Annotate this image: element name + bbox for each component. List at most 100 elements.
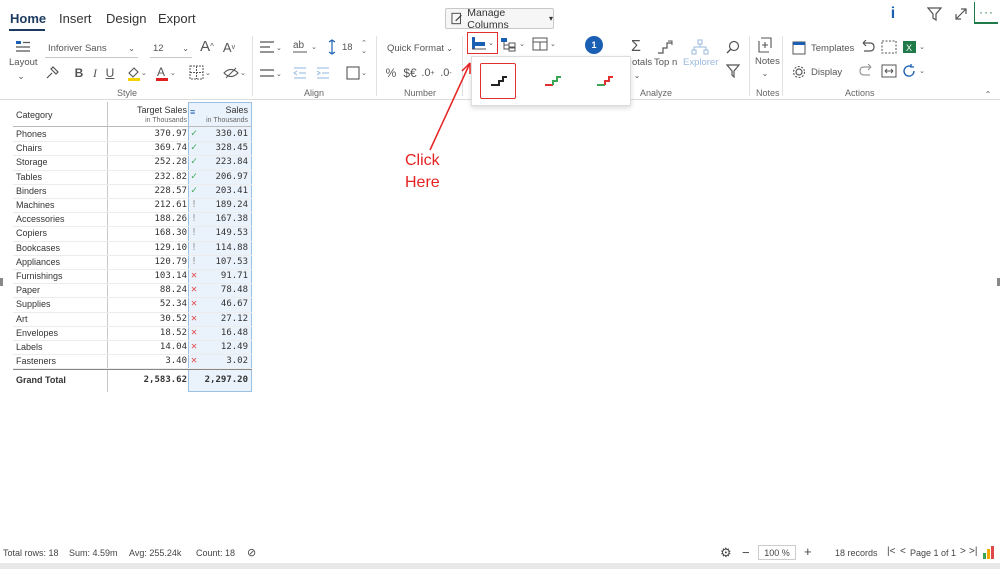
redo-icon[interactable]	[858, 62, 876, 80]
resize-icon[interactable]	[880, 62, 898, 80]
layout-chevron-icon[interactable]: ⌄	[14, 71, 28, 81]
row-height-icon[interactable]	[326, 38, 338, 56]
totals-chevron-icon[interactable]: ⌄	[632, 70, 642, 80]
fill-color-icon[interactable]: ⌄	[125, 64, 147, 82]
grand-total-target: 2,583.62	[143, 375, 187, 385]
decrease-indent-icon[interactable]	[292, 64, 308, 82]
horizontal-align-icon[interactable]: ⌄	[258, 38, 284, 56]
column-menu-icon[interactable]: ≡	[190, 107, 195, 117]
table-row[interactable]: Supplies 52.34 ✕ 46.67	[13, 298, 252, 313]
underline-button[interactable]: U	[103, 65, 117, 81]
table-row[interactable]: Labels 14.04 ✕ 12.49	[13, 341, 252, 356]
refresh-icon[interactable]: ⌄	[902, 62, 928, 80]
layout-icon[interactable]	[12, 38, 34, 56]
manage-columns-button[interactable]: Manage Columns ▾	[445, 7, 554, 31]
last-page-icon[interactable]: >|	[969, 546, 977, 557]
add-note-icon[interactable]	[757, 36, 775, 54]
table-row[interactable]: Binders 228.57 ✓ 203.41	[13, 185, 252, 199]
table-row[interactable]: Appliances 120.79! 107.53	[13, 256, 252, 270]
currency-format-icon[interactable]: $€	[400, 64, 420, 82]
percent-format-icon[interactable]: %	[384, 64, 398, 82]
table-row[interactable]: Bookcases 129.10! 114.88	[13, 242, 252, 256]
gear-icon[interactable]	[791, 64, 807, 80]
collapse-ribbon-icon[interactable]: ⌃	[982, 90, 994, 99]
font-color-icon[interactable]: A ⌄	[154, 64, 178, 82]
tab-design[interactable]: Design	[106, 11, 146, 26]
clear-format-icon[interactable]: ⌄	[222, 64, 248, 82]
table-row[interactable]: Phones 370.97 ✓ 330.01	[13, 128, 252, 143]
increase-indent-icon[interactable]	[315, 64, 331, 82]
filter-icon[interactable]	[925, 5, 943, 23]
table-row[interactable]: Art 30.52 ✕ 27.12	[13, 313, 252, 327]
header-sales[interactable]: Sales	[225, 105, 248, 115]
sigma-icon[interactable]: Σ	[627, 38, 645, 56]
cell-sales: 12.49	[220, 342, 248, 352]
row-height-value[interactable]: 18	[342, 42, 353, 53]
hierarchy-icon[interactable]: ⌄	[500, 34, 528, 54]
table-row[interactable]: Accessories 188.26! 167.38	[13, 213, 252, 228]
table-row[interactable]: Copiers 168.30! 149.53	[13, 227, 252, 242]
variance-black-option[interactable]	[480, 63, 516, 99]
more-options-icon[interactable]: ···	[974, 2, 998, 24]
tab-insert[interactable]: Insert	[59, 11, 92, 26]
cell-padding-icon[interactable]: ⌄	[344, 64, 370, 82]
font-size-select[interactable]: 12 ⌄	[150, 39, 192, 58]
settings-gear-icon[interactable]: ⚙	[720, 545, 732, 561]
notification-badge[interactable]: 1	[585, 36, 603, 54]
table-row[interactable]: Tables 232.82 ✓ 206.97	[13, 171, 252, 185]
table-row[interactable]: Fasteners 3.40 ✕ 3.02	[13, 355, 252, 370]
zoom-out-button[interactable]: −	[742, 545, 750, 560]
cell-category: Phones	[16, 129, 47, 139]
info-icon[interactable]: i	[885, 4, 901, 24]
tab-home[interactable]: Home	[10, 11, 46, 26]
cell-category: Appliances	[16, 256, 61, 267]
increase-font-icon[interactable]: A ^	[198, 36, 216, 56]
vertical-align-icon[interactable]: ⌄	[258, 64, 284, 82]
table-row[interactable]: Envelopes 18.52 ✕ 16.48	[13, 327, 252, 341]
wrap-text-icon[interactable]: ab ⌄	[292, 38, 320, 56]
svg-text:⌄: ⌄	[141, 70, 146, 77]
filter-funnel-icon[interactable]	[724, 62, 742, 80]
excel-export-icon[interactable]: X ⌄	[902, 38, 928, 56]
fit-icon[interactable]	[880, 38, 898, 56]
table-row[interactable]: Machines 212.61! 189.24	[13, 199, 252, 214]
previous-page-icon[interactable]: <	[900, 546, 906, 557]
zoom-in-button[interactable]: +	[804, 544, 812, 559]
templates-label[interactable]: Templates	[811, 43, 854, 54]
borders-icon[interactable]: ⌄	[188, 64, 214, 82]
font-family-select[interactable]: Inforiver Sans ⌄	[45, 39, 138, 58]
tab-export[interactable]: Export	[158, 11, 196, 26]
decrease-font-icon[interactable]: Av	[220, 38, 238, 56]
bold-button[interactable]: B	[72, 65, 86, 81]
search-icon[interactable]	[724, 38, 742, 56]
undo-icon[interactable]	[858, 38, 876, 56]
expand-icon[interactable]	[952, 5, 970, 23]
hide-stats-icon[interactable]: ⊘	[247, 546, 256, 559]
table-header: Category Target Sales in Thousands ≡ Sal…	[13, 102, 252, 127]
table-row[interactable]: Storage 252.28 ✓ 223.84	[13, 156, 252, 171]
table-row[interactable]: Paper 88.24 ✕ 78.48	[13, 284, 252, 299]
templates-icon[interactable]	[791, 40, 807, 56]
chevron-down-icon: ⌄	[182, 43, 189, 53]
variance-red-option[interactable]	[586, 63, 622, 99]
table-row[interactable]: Furnishings 103.14 ✕ 91.71	[13, 270, 252, 285]
explorer-icon[interactable]	[690, 38, 710, 56]
top-n-icon[interactable]	[656, 38, 674, 56]
notes-chevron-icon[interactable]: ⌄	[760, 68, 770, 78]
italic-button[interactable]: I	[88, 65, 102, 81]
first-page-icon[interactable]: |<	[887, 546, 895, 557]
header-category[interactable]: Category	[16, 110, 53, 120]
resize-handle-left[interactable]	[0, 278, 3, 286]
next-page-icon[interactable]: >	[960, 546, 966, 557]
notes-label: Notes	[755, 56, 780, 67]
table-row[interactable]: Chairs 369.74 ✓ 328.45	[13, 142, 252, 157]
grand-total-row[interactable]: Grand Total 2,583.62 2,297.20	[13, 374, 252, 388]
display-label[interactable]: Display	[811, 67, 842, 78]
zoom-level[interactable]: 100 %	[758, 545, 796, 560]
layout-rows-icon[interactable]: ⌄	[532, 34, 560, 54]
format-painter-icon[interactable]	[44, 65, 60, 81]
row-height-stepper[interactable]: ⌃ ⌄	[359, 38, 369, 56]
header-target[interactable]: Target Sales	[137, 105, 187, 115]
variance-green-option[interactable]	[534, 63, 570, 99]
conditional-format-button[interactable]: ⌄	[467, 32, 498, 54]
